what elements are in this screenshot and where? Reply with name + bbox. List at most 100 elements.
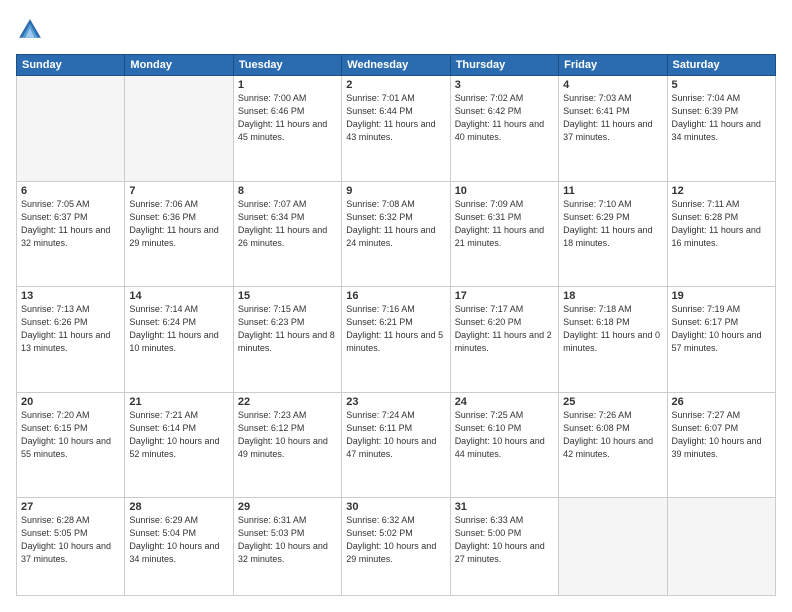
- day-info: Sunrise: 7:13 AM Sunset: 6:26 PM Dayligh…: [21, 303, 120, 355]
- day-number: 5: [672, 79, 771, 91]
- day-number: 28: [129, 501, 228, 513]
- day-number: 13: [21, 290, 120, 302]
- day-number: 29: [238, 501, 337, 513]
- day-number: 14: [129, 290, 228, 302]
- calendar-cell: 19Sunrise: 7:19 AM Sunset: 6:17 PM Dayli…: [667, 287, 775, 393]
- calendar-cell: 3Sunrise: 7:02 AM Sunset: 6:42 PM Daylig…: [450, 76, 558, 182]
- day-info: Sunrise: 7:15 AM Sunset: 6:23 PM Dayligh…: [238, 303, 337, 355]
- day-header-wednesday: Wednesday: [342, 55, 450, 76]
- calendar-cell: 16Sunrise: 7:16 AM Sunset: 6:21 PM Dayli…: [342, 287, 450, 393]
- calendar-cell: 14Sunrise: 7:14 AM Sunset: 6:24 PM Dayli…: [125, 287, 233, 393]
- day-info: Sunrise: 7:05 AM Sunset: 6:37 PM Dayligh…: [21, 198, 120, 250]
- day-info: Sunrise: 6:28 AM Sunset: 5:05 PM Dayligh…: [21, 514, 120, 566]
- calendar-cell: 12Sunrise: 7:11 AM Sunset: 6:28 PM Dayli…: [667, 181, 775, 287]
- day-number: 27: [21, 501, 120, 513]
- day-info: Sunrise: 7:20 AM Sunset: 6:15 PM Dayligh…: [21, 409, 120, 461]
- calendar-cell: 28Sunrise: 6:29 AM Sunset: 5:04 PM Dayli…: [125, 498, 233, 596]
- calendar-week-1: 6Sunrise: 7:05 AM Sunset: 6:37 PM Daylig…: [17, 181, 776, 287]
- day-header-monday: Monday: [125, 55, 233, 76]
- calendar-cell: 25Sunrise: 7:26 AM Sunset: 6:08 PM Dayli…: [559, 392, 667, 498]
- day-number: 20: [21, 396, 120, 408]
- calendar-cell: 26Sunrise: 7:27 AM Sunset: 6:07 PM Dayli…: [667, 392, 775, 498]
- day-info: Sunrise: 7:09 AM Sunset: 6:31 PM Dayligh…: [455, 198, 554, 250]
- day-number: 2: [346, 79, 445, 91]
- calendar-cell: 9Sunrise: 7:08 AM Sunset: 6:32 PM Daylig…: [342, 181, 450, 287]
- day-number: 31: [455, 501, 554, 513]
- calendar-cell: 6Sunrise: 7:05 AM Sunset: 6:37 PM Daylig…: [17, 181, 125, 287]
- calendar-cell: 20Sunrise: 7:20 AM Sunset: 6:15 PM Dayli…: [17, 392, 125, 498]
- calendar-cell: 27Sunrise: 6:28 AM Sunset: 5:05 PM Dayli…: [17, 498, 125, 596]
- day-header-sunday: Sunday: [17, 55, 125, 76]
- day-info: Sunrise: 7:00 AM Sunset: 6:46 PM Dayligh…: [238, 92, 337, 144]
- day-info: Sunrise: 7:26 AM Sunset: 6:08 PM Dayligh…: [563, 409, 662, 461]
- calendar-cell: 30Sunrise: 6:32 AM Sunset: 5:02 PM Dayli…: [342, 498, 450, 596]
- calendar-cell: 31Sunrise: 6:33 AM Sunset: 5:00 PM Dayli…: [450, 498, 558, 596]
- day-number: 10: [455, 185, 554, 197]
- day-info: Sunrise: 6:32 AM Sunset: 5:02 PM Dayligh…: [346, 514, 445, 566]
- day-number: 18: [563, 290, 662, 302]
- calendar-week-4: 27Sunrise: 6:28 AM Sunset: 5:05 PM Dayli…: [17, 498, 776, 596]
- day-info: Sunrise: 7:14 AM Sunset: 6:24 PM Dayligh…: [129, 303, 228, 355]
- calendar-table: SundayMondayTuesdayWednesdayThursdayFrid…: [16, 54, 776, 596]
- day-info: Sunrise: 7:23 AM Sunset: 6:12 PM Dayligh…: [238, 409, 337, 461]
- calendar-week-3: 20Sunrise: 7:20 AM Sunset: 6:15 PM Dayli…: [17, 392, 776, 498]
- day-info: Sunrise: 7:07 AM Sunset: 6:34 PM Dayligh…: [238, 198, 337, 250]
- calendar-cell: [667, 498, 775, 596]
- day-info: Sunrise: 7:10 AM Sunset: 6:29 PM Dayligh…: [563, 198, 662, 250]
- calendar-cell: 5Sunrise: 7:04 AM Sunset: 6:39 PM Daylig…: [667, 76, 775, 182]
- day-info: Sunrise: 7:18 AM Sunset: 6:18 PM Dayligh…: [563, 303, 662, 355]
- calendar-week-0: 1Sunrise: 7:00 AM Sunset: 6:46 PM Daylig…: [17, 76, 776, 182]
- day-number: 6: [21, 185, 120, 197]
- day-info: Sunrise: 6:33 AM Sunset: 5:00 PM Dayligh…: [455, 514, 554, 566]
- page: SundayMondayTuesdayWednesdayThursdayFrid…: [0, 0, 792, 612]
- day-info: Sunrise: 7:03 AM Sunset: 6:41 PM Dayligh…: [563, 92, 662, 144]
- header: [16, 16, 776, 44]
- calendar-cell: [17, 76, 125, 182]
- day-header-friday: Friday: [559, 55, 667, 76]
- day-number: 22: [238, 396, 337, 408]
- day-info: Sunrise: 7:02 AM Sunset: 6:42 PM Dayligh…: [455, 92, 554, 144]
- day-info: Sunrise: 6:31 AM Sunset: 5:03 PM Dayligh…: [238, 514, 337, 566]
- day-info: Sunrise: 7:17 AM Sunset: 6:20 PM Dayligh…: [455, 303, 554, 355]
- calendar-cell: [559, 498, 667, 596]
- day-header-tuesday: Tuesday: [233, 55, 341, 76]
- logo-icon: [16, 16, 44, 44]
- calendar-cell: 22Sunrise: 7:23 AM Sunset: 6:12 PM Dayli…: [233, 392, 341, 498]
- day-info: Sunrise: 7:01 AM Sunset: 6:44 PM Dayligh…: [346, 92, 445, 144]
- calendar-cell: 29Sunrise: 6:31 AM Sunset: 5:03 PM Dayli…: [233, 498, 341, 596]
- calendar-cell: 10Sunrise: 7:09 AM Sunset: 6:31 PM Dayli…: [450, 181, 558, 287]
- day-number: 21: [129, 396, 228, 408]
- calendar-cell: 23Sunrise: 7:24 AM Sunset: 6:11 PM Dayli…: [342, 392, 450, 498]
- day-number: 1: [238, 79, 337, 91]
- calendar-cell: 15Sunrise: 7:15 AM Sunset: 6:23 PM Dayli…: [233, 287, 341, 393]
- day-number: 16: [346, 290, 445, 302]
- day-number: 11: [563, 185, 662, 197]
- day-info: Sunrise: 7:21 AM Sunset: 6:14 PM Dayligh…: [129, 409, 228, 461]
- calendar-cell: [125, 76, 233, 182]
- day-number: 30: [346, 501, 445, 513]
- day-number: 3: [455, 79, 554, 91]
- calendar-cell: 7Sunrise: 7:06 AM Sunset: 6:36 PM Daylig…: [125, 181, 233, 287]
- day-number: 4: [563, 79, 662, 91]
- day-info: Sunrise: 7:08 AM Sunset: 6:32 PM Dayligh…: [346, 198, 445, 250]
- calendar-cell: 8Sunrise: 7:07 AM Sunset: 6:34 PM Daylig…: [233, 181, 341, 287]
- day-header-saturday: Saturday: [667, 55, 775, 76]
- day-number: 17: [455, 290, 554, 302]
- calendar-cell: 17Sunrise: 7:17 AM Sunset: 6:20 PM Dayli…: [450, 287, 558, 393]
- day-number: 12: [672, 185, 771, 197]
- day-number: 9: [346, 185, 445, 197]
- day-info: Sunrise: 7:19 AM Sunset: 6:17 PM Dayligh…: [672, 303, 771, 355]
- calendar-cell: 11Sunrise: 7:10 AM Sunset: 6:29 PM Dayli…: [559, 181, 667, 287]
- logo: [16, 16, 48, 44]
- calendar-cell: 13Sunrise: 7:13 AM Sunset: 6:26 PM Dayli…: [17, 287, 125, 393]
- day-number: 24: [455, 396, 554, 408]
- day-info: Sunrise: 7:16 AM Sunset: 6:21 PM Dayligh…: [346, 303, 445, 355]
- day-info: Sunrise: 6:29 AM Sunset: 5:04 PM Dayligh…: [129, 514, 228, 566]
- calendar-cell: 18Sunrise: 7:18 AM Sunset: 6:18 PM Dayli…: [559, 287, 667, 393]
- day-info: Sunrise: 7:04 AM Sunset: 6:39 PM Dayligh…: [672, 92, 771, 144]
- day-number: 25: [563, 396, 662, 408]
- calendar-week-2: 13Sunrise: 7:13 AM Sunset: 6:26 PM Dayli…: [17, 287, 776, 393]
- day-number: 23: [346, 396, 445, 408]
- calendar-cell: 4Sunrise: 7:03 AM Sunset: 6:41 PM Daylig…: [559, 76, 667, 182]
- day-number: 8: [238, 185, 337, 197]
